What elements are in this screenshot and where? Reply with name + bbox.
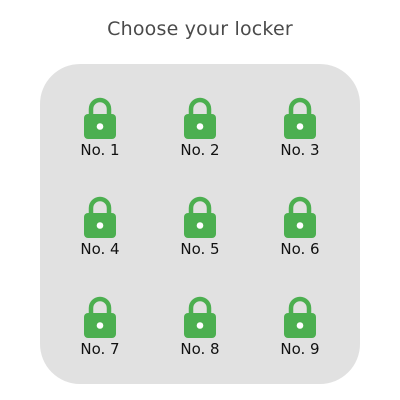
- locker-label: No. 4: [80, 240, 120, 258]
- locker-label: No. 6: [280, 240, 320, 258]
- locker-1[interactable]: No. 1: [60, 96, 140, 166]
- lock-icon: [84, 296, 116, 338]
- locker-label: No. 1: [80, 141, 120, 159]
- lock-icon: [284, 196, 316, 238]
- locker-7[interactable]: No. 7: [60, 295, 140, 365]
- lock-icon: [284, 296, 316, 338]
- locker-panel: No. 1 No. 2 No. 3 No. 4 No. 5 No. 6 No. …: [40, 64, 360, 384]
- lock-icon: [284, 97, 316, 139]
- locker-label: No. 3: [280, 141, 320, 159]
- locker-label: No. 8: [180, 340, 220, 358]
- locker-5[interactable]: No. 5: [160, 195, 240, 265]
- lock-icon: [184, 97, 216, 139]
- locker-8[interactable]: No. 8: [160, 295, 240, 365]
- locker-2[interactable]: No. 2: [160, 96, 240, 166]
- locker-label: No. 7: [80, 340, 120, 358]
- locker-label: No. 9: [280, 340, 320, 358]
- locker-4[interactable]: No. 4: [60, 195, 140, 265]
- locker-label: No. 5: [180, 240, 220, 258]
- locker-label: No. 2: [180, 141, 220, 159]
- lock-icon: [84, 196, 116, 238]
- lock-icon: [184, 196, 216, 238]
- locker-grid: No. 1 No. 2 No. 3 No. 4 No. 5 No. 6 No. …: [40, 64, 360, 384]
- locker-9[interactable]: No. 9: [260, 295, 340, 365]
- page-title: Choose your locker: [107, 18, 293, 40]
- lock-icon: [184, 296, 216, 338]
- locker-3[interactable]: No. 3: [260, 96, 340, 166]
- locker-6[interactable]: No. 6: [260, 195, 340, 265]
- lock-icon: [84, 97, 116, 139]
